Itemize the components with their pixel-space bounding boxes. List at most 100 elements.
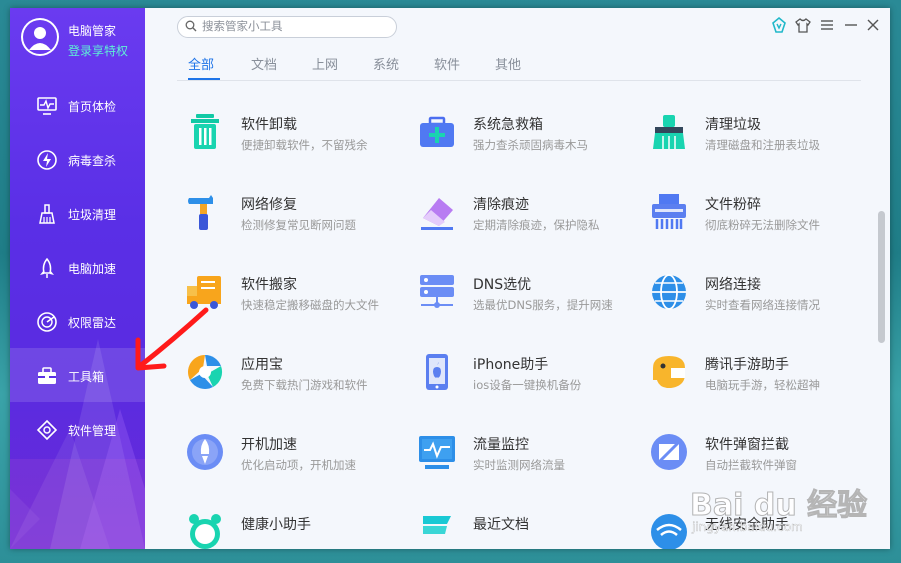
scrollbar-thumb[interactable]: [878, 211, 885, 343]
sidebar-item-permission-radar[interactable]: 权限雷达: [10, 294, 145, 348]
tool-recent-documents[interactable]: 最近文档: [417, 510, 637, 549]
sidebar: 电脑管家 登录享特权 首页体检 病毒查杀 垃圾清理 电脑加速 权限雷达 工具箱 …: [10, 8, 145, 549]
tool-name: 应用宝: [241, 357, 283, 373]
recent-docs-icon: [423, 516, 451, 534]
tool-network-repair[interactable]: 网络修复 检测修复常见断网问题: [185, 190, 405, 250]
minimize-icon[interactable]: [842, 16, 860, 34]
tab-internet[interactable]: 上网: [312, 54, 338, 73]
sidebar-item-cleanup[interactable]: 垃圾清理: [10, 186, 145, 240]
tool-name: 网络修复: [241, 197, 297, 213]
game-assistant-icon: [653, 356, 685, 388]
sidebar-item-label: 软件管理: [68, 424, 117, 438]
tool-name: 开机加速: [241, 437, 297, 453]
tool-description: 实时查看网络连接情况: [705, 298, 820, 312]
sidebar-item-label: 首页体检: [68, 100, 117, 114]
tool-clear-traces[interactable]: 清除痕迹 定期清除痕迹，保护隐私: [417, 190, 637, 250]
sidebar-item-software-manager[interactable]: 软件管理: [10, 402, 145, 456]
tool-name: 清理垃圾: [705, 117, 761, 133]
wifi-icon: [651, 514, 687, 549]
tool-name: 流量监控: [473, 437, 529, 453]
sidebar-item-label: 电脑加速: [68, 262, 117, 276]
tool-app-store[interactable]: 应用宝 免费下载热门游戏和软件: [185, 350, 405, 410]
tool-name: DNS选优: [473, 277, 532, 293]
tool-name: 最近文档: [473, 517, 529, 533]
tab-system[interactable]: 系统: [373, 54, 399, 73]
tool-description: 自动拦截软件弹窗: [705, 458, 797, 472]
eraser-icon: [421, 198, 453, 230]
tool-description: 强力查杀顽固病毒木马: [473, 138, 588, 152]
sidebar-item-toolbox[interactable]: 工具箱: [10, 348, 145, 402]
tool-traffic-monitor[interactable]: 流量监控 实时监测网络流量: [417, 430, 637, 490]
trash-icon: [191, 114, 219, 149]
tool-clean-junk[interactable]: 清理垃圾 清理磁盘和注册表垃圾: [649, 110, 869, 170]
alarm-clock-icon: [189, 514, 221, 549]
search-box[interactable]: [177, 16, 397, 38]
search-input[interactable]: [202, 18, 387, 34]
rocket-icon: [40, 257, 54, 278]
user-icon: [23, 20, 57, 54]
tool-description: 清理磁盘和注册表垃圾: [705, 138, 820, 152]
app-store-icon: [188, 354, 223, 389]
watermark: Bai du 经验 jingyan.baidu.com: [689, 480, 867, 550]
tool-description: 快速稳定搬移磁盘的大文件: [241, 298, 379, 312]
tool-description: 实时监测网络流量: [473, 458, 565, 472]
popup-block-icon: [651, 434, 687, 470]
sidebar-item-antivirus[interactable]: 病毒查杀: [10, 132, 145, 186]
watermark-url: jingyan.baidu.com: [692, 520, 803, 534]
tool-description: 彻底粉碎无法删除文件: [705, 218, 820, 232]
tool-file-shredder[interactable]: 文件粉碎 彻底粉碎无法删除文件: [649, 190, 869, 250]
tool-description: ios设备一键换机备份: [473, 378, 582, 392]
tool-name: 清除痕迹: [473, 197, 529, 213]
lightning-shield-icon: [37, 150, 57, 170]
radar-icon: [37, 312, 57, 332]
tab-documents[interactable]: 文档: [251, 54, 277, 73]
tool-health-assistant[interactable]: 健康小助手: [185, 510, 405, 549]
tool-name: iPhone助手: [473, 357, 549, 373]
tool-network-connections[interactable]: 网络连接 实时查看网络连接情况: [649, 270, 869, 330]
tool-boot-speedup[interactable]: 开机加速 优化启动项，开机加速: [185, 430, 405, 490]
tool-description: 优化启动项，开机加速: [241, 458, 356, 472]
toolbox-icon: [38, 367, 56, 384]
broom-icon: [39, 204, 55, 224]
tab-software[interactable]: 软件: [434, 54, 460, 73]
tab-other[interactable]: 其他: [495, 54, 521, 73]
main-panel: 全部 文档 上网 系统 软件 其他 软件卸载 便捷卸载软件，不留残余: [145, 8, 890, 549]
iphone-icon: [426, 354, 448, 390]
boot-rocket-icon: [187, 434, 223, 470]
tool-dns-optimize[interactable]: DNS选优 选最优DNS服务，提升网速: [417, 270, 637, 330]
tool-name: 网络连接: [705, 277, 761, 293]
tool-iphone-assistant[interactable]: iPhone助手 ios设备一键换机备份: [417, 350, 637, 410]
shirt-icon[interactable]: [794, 16, 812, 34]
tool-description: 检测修复常见断网问题: [241, 218, 356, 232]
truck-icon: [187, 276, 221, 309]
tool-name: 软件搬家: [241, 277, 297, 293]
tool-name: 软件弹窗拦截: [705, 437, 789, 453]
tool-software-uninstall[interactable]: 软件卸载 便捷卸载软件，不留残余: [185, 110, 405, 170]
tool-system-rescue[interactable]: 系统急救箱 强力查杀顽固病毒木马: [417, 110, 637, 170]
tool-name: 系统急救箱: [473, 117, 543, 133]
skin-icon[interactable]: [770, 16, 788, 34]
tool-description: 定期清除痕迹，保护隐私: [473, 218, 600, 232]
menu-icon[interactable]: [818, 16, 836, 34]
tool-name: 腾讯手游助手: [705, 357, 789, 373]
first-aid-kit-icon: [420, 116, 454, 147]
tool-description: 便捷卸载软件，不留残余: [241, 138, 368, 152]
app-name: 电脑管家: [68, 24, 117, 38]
avatar[interactable]: [21, 18, 59, 56]
sidebar-item-checkup[interactable]: 首页体检: [10, 78, 145, 132]
tool-description: 电脑玩手游，轻松超神: [705, 378, 820, 392]
tab-divider: [177, 80, 861, 81]
tab-all[interactable]: 全部: [188, 54, 214, 73]
tool-name: 文件粉碎: [705, 197, 761, 213]
globe-icon: [652, 274, 686, 310]
apps-icon: [36, 419, 58, 441]
tool-name: 健康小助手: [241, 517, 311, 533]
sidebar-item-speedup[interactable]: 电脑加速: [10, 240, 145, 294]
close-icon[interactable]: [864, 16, 882, 34]
vip-login-link[interactable]: 登录享特权: [68, 42, 128, 59]
tool-software-move[interactable]: 软件搬家 快速稳定搬移磁盘的大文件: [185, 270, 405, 330]
hammer-icon: [188, 195, 213, 230]
sidebar-item-label: 权限雷达: [68, 316, 117, 330]
traffic-monitor-icon: [419, 436, 455, 469]
tool-mobile-game-assistant[interactable]: 腾讯手游助手 电脑玩手游，轻松超神: [649, 350, 869, 410]
